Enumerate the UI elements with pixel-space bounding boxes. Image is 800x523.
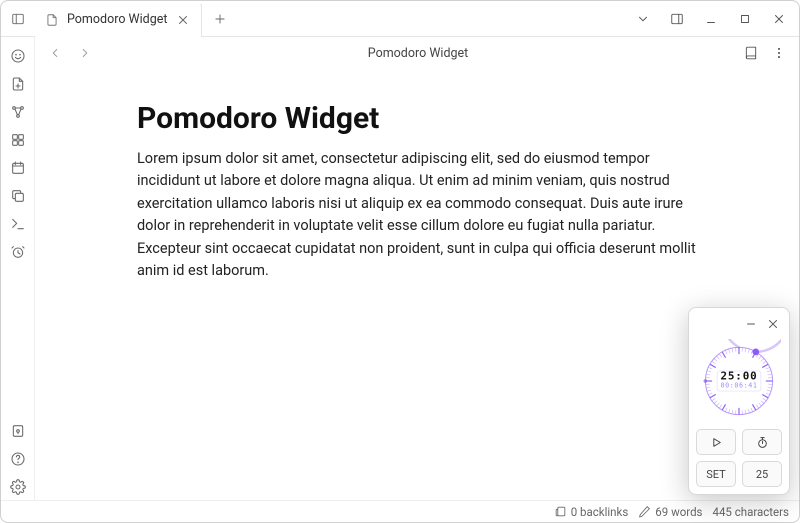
- status-bar: 0 backlinks 69 words 445 characters: [1, 500, 799, 522]
- tab-close-button[interactable]: [175, 12, 191, 28]
- file-icon: [45, 13, 59, 27]
- page-body: Lorem ipsum dolor sit amet, consectetur …: [137, 148, 697, 283]
- left-rail: [1, 37, 35, 500]
- rail-vault-icon[interactable]: [5, 418, 31, 444]
- tab-pomodoro-widget[interactable]: Pomodoro Widget: [35, 1, 202, 37]
- status-words[interactable]: 69 words: [638, 505, 702, 519]
- more-menu-icon[interactable]: [767, 41, 791, 65]
- rail-graph-icon[interactable]: [5, 99, 31, 125]
- left-panel-toggle-icon[interactable]: [5, 6, 31, 32]
- status-characters[interactable]: 445 characters: [713, 505, 790, 519]
- rail-grid-icon[interactable]: [5, 127, 31, 153]
- pomodoro-widget[interactable]: 25:0000:06:41 SET 25: [688, 307, 790, 495]
- rail-alarm-icon[interactable]: [5, 239, 31, 265]
- window-close-button[interactable]: [763, 5, 795, 33]
- pomodoro-set-button[interactable]: SET: [696, 461, 736, 487]
- window-minimize-button[interactable]: [695, 5, 727, 33]
- new-tab-button[interactable]: [206, 5, 234, 33]
- rail-new-note-icon[interactable]: [5, 71, 31, 97]
- tab-dropdown-button[interactable]: [627, 5, 659, 33]
- pomodoro-minimize-button[interactable]: [742, 315, 760, 333]
- pomodoro-minutes-button[interactable]: 25: [742, 461, 782, 487]
- breadcrumb[interactable]: Pomodoro Widget: [103, 46, 733, 61]
- rail-smile-icon[interactable]: [5, 43, 31, 69]
- nav-forward-button[interactable]: [73, 41, 97, 65]
- page-title: Pomodoro Widget: [137, 101, 697, 136]
- rail-terminal-icon[interactable]: [5, 211, 31, 237]
- svg-text:25:00: 25:00: [720, 369, 757, 382]
- window-controls: [627, 5, 799, 33]
- svg-text:00:06:41: 00:06:41: [720, 382, 757, 390]
- nav-back-button[interactable]: [43, 41, 67, 65]
- window-maximize-button[interactable]: [729, 5, 761, 33]
- document-area[interactable]: Pomodoro Widget Lorem ipsum dolor sit am…: [35, 69, 799, 500]
- rail-settings-icon[interactable]: [5, 474, 31, 500]
- rail-calendar-icon[interactable]: [5, 155, 31, 181]
- title-bar: Pomodoro Widget: [1, 1, 799, 37]
- right-panel-toggle-icon[interactable]: [661, 5, 693, 33]
- reading-mode-icon[interactable]: [739, 41, 763, 65]
- rail-help-icon[interactable]: [5, 446, 31, 472]
- pomodoro-stopwatch-button[interactable]: [742, 429, 782, 455]
- editor-toolbar: Pomodoro Widget: [35, 37, 799, 69]
- rail-copy-icon[interactable]: [5, 183, 31, 209]
- status-backlinks[interactable]: 0 backlinks: [554, 505, 629, 519]
- pomodoro-play-button[interactable]: [696, 429, 736, 455]
- tab-title: Pomodoro Widget: [67, 12, 167, 27]
- pomodoro-close-button[interactable]: [764, 315, 782, 333]
- pomodoro-clock-face: 25:0000:06:41: [696, 339, 782, 423]
